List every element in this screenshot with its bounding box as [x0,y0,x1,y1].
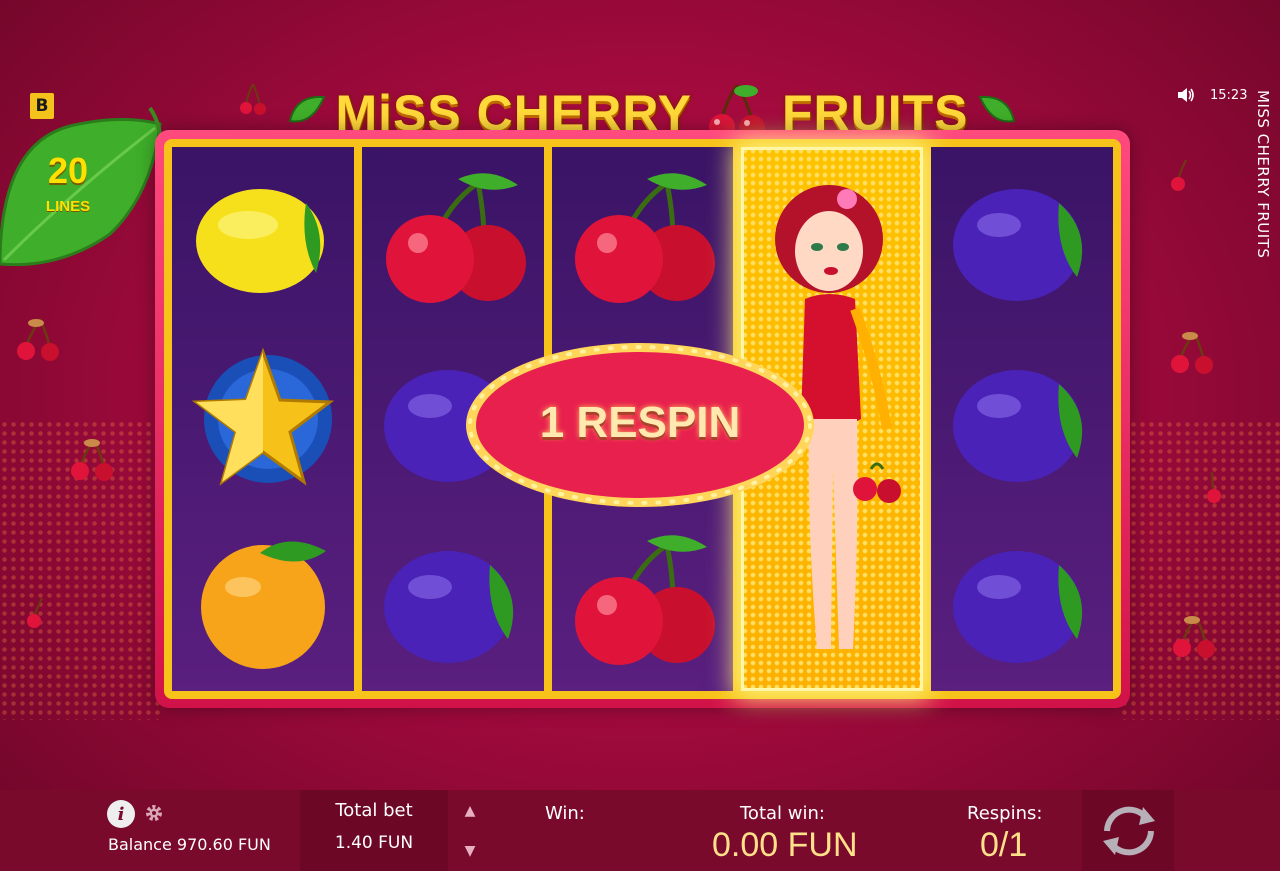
cherry-decoration-icon [1173,615,1215,658]
total-win-value: 0.00 FUN [712,826,858,864]
cherry-decoration-icon [1207,471,1221,503]
cherry-symbol-icon [385,172,526,303]
cherry-decoration-icon [1171,331,1213,374]
cherry-decoration-icon [17,318,59,361]
reel-1 [172,147,354,691]
plum-symbol-icon [953,369,1083,482]
info-icon[interactable]: i [107,800,135,828]
star-symbol-icon [191,347,335,486]
cherry-decoration-icon [27,597,43,628]
cherry-decoration-icon [1171,159,1187,191]
clock: 15:23 [1210,88,1248,103]
cherry-decoration-icon [240,83,266,115]
spin-arrows-icon[interactable] [1095,797,1163,865]
orange-symbol-icon [200,541,326,670]
plum-symbol-icon [953,551,1083,664]
lemon-symbol-icon [195,188,324,293]
bet-decrease-button[interactable]: ▼ [458,843,482,859]
respins-label: Respins: [967,803,1043,824]
logo-leaf-icon [979,95,1016,123]
right-sparkle-panel [1120,420,1280,720]
reel-5 [931,147,1113,691]
cherry-symbol-icon [575,535,716,666]
lines-count: 20 [47,150,89,191]
total-win-label: Total win: [740,803,825,824]
vertical-game-title: MISS CHERRY FRUITS [1254,90,1272,259]
balance-display: Balance 970.60 FUN [108,835,271,854]
total-bet-value: 1.40 FUN [334,833,414,853]
respins-value: 0/1 [980,826,1028,864]
cherry-decoration-icon [71,438,113,481]
lines-label: LINES [45,198,91,215]
plum-symbol-icon [383,551,513,664]
speaker-icon[interactable] [1176,85,1196,105]
bet-increase-button[interactable]: ▲ [458,803,482,819]
plum-symbol-icon [953,188,1083,301]
logo-leaf-icon [288,95,325,123]
gear-icon[interactable] [144,803,164,823]
cherry-symbol-icon [575,172,716,303]
total-bet-label: Total bet [335,800,413,821]
win-label: Win: [545,803,585,824]
respin-banner-text: 1 RESPIN [539,398,741,447]
